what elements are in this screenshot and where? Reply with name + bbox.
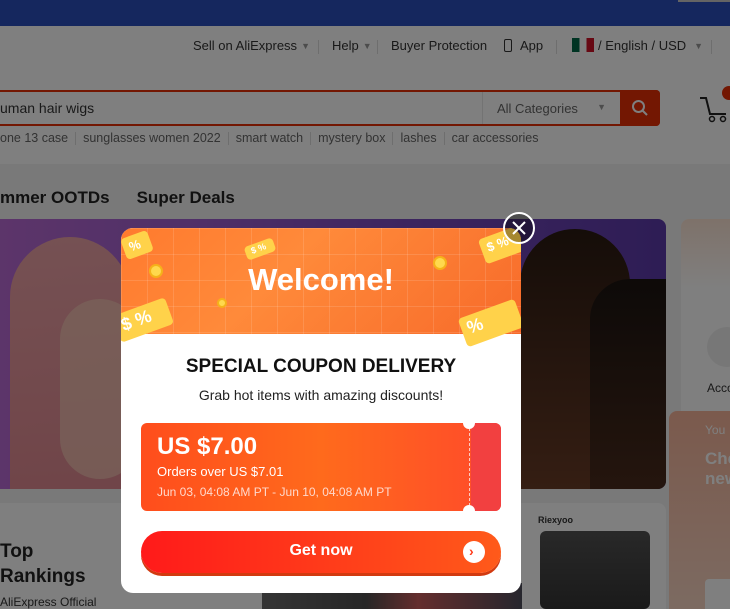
coupon-validity: Jun 03, 04:08 AM PT - Jun 10, 04:08 AM P… <box>157 485 392 499</box>
modal-subheading: Grab hot items with amazing discounts! <box>198 387 444 403</box>
get-now-button[interactable]: Get now › <box>141 531 501 573</box>
coupon-notch <box>463 505 475 511</box>
arrow-right-icon: › <box>463 541 485 563</box>
coupon-amount: US $7.00 <box>157 433 258 460</box>
coupon-card: US $7.00 Orders over US $7.01 Jun 03, 04… <box>141 423 501 511</box>
modal-banner: % $ % $ % $ % % Welcome! <box>121 228 521 348</box>
coupon-perforation <box>469 423 470 511</box>
welcome-coupon-modal: % $ % $ % $ % % Welcome! SPECIAL COUPON … <box>121 228 521 593</box>
close-modal-button[interactable] <box>503 212 535 244</box>
modal-heading: SPECIAL COUPON DELIVERY <box>185 356 457 377</box>
coupon-stub <box>471 423 501 511</box>
close-icon <box>512 221 526 235</box>
modal-banner-title: Welcome! <box>248 262 394 297</box>
coupon-condition: Orders over US $7.01 <box>157 464 284 479</box>
coin-icon <box>217 298 227 308</box>
get-now-label: Get now <box>289 542 353 559</box>
